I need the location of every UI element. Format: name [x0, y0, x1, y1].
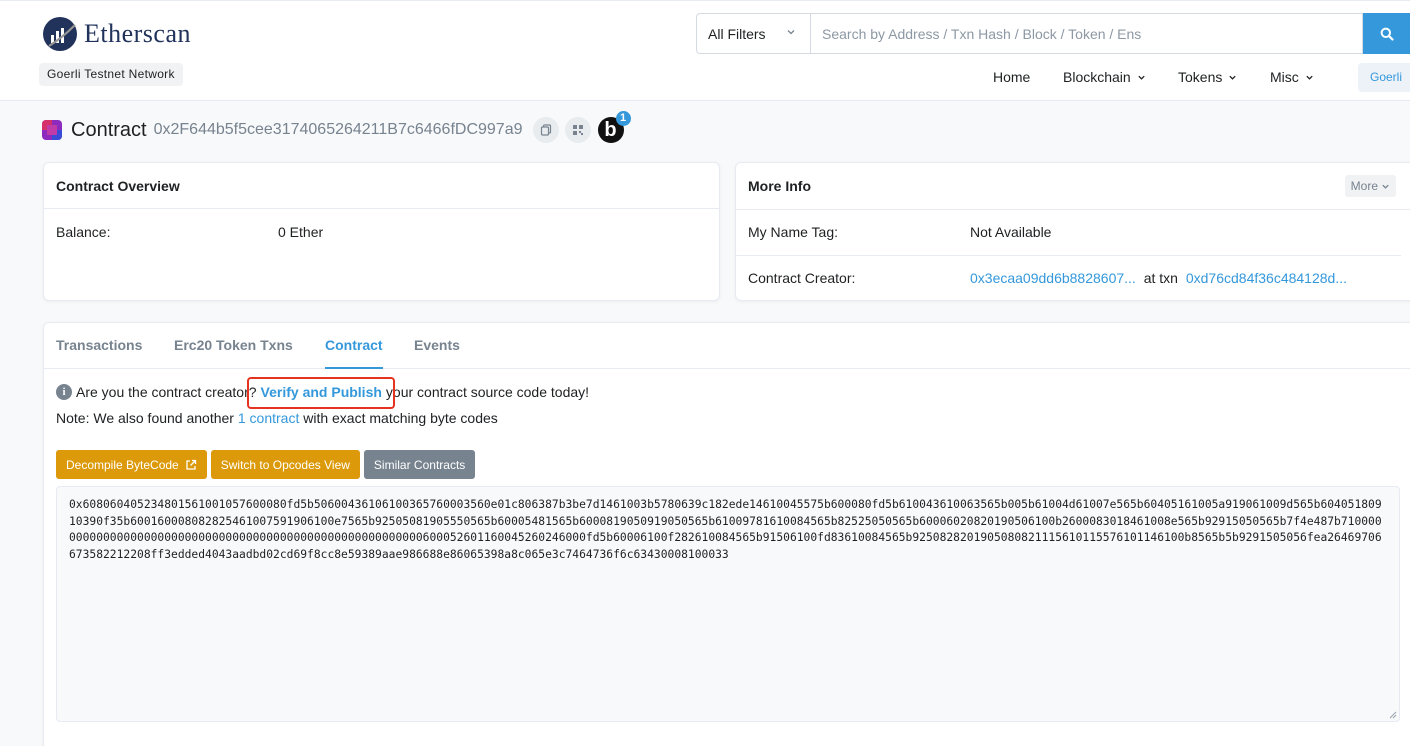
etherscan-logo-icon [43, 17, 77, 51]
nav-home-label: Home [993, 69, 1031, 85]
search-button[interactable] [1363, 13, 1410, 54]
search-filter-label: All Filters [708, 25, 766, 42]
nav-misc-label: Misc [1270, 69, 1299, 85]
contract-overview-heading: Contract Overview [44, 163, 719, 209]
chevron-down-icon [1306, 75, 1313, 80]
notice-prefix: Are you the contract creator? [76, 384, 257, 400]
nav-tokens-label: Tokens [1178, 69, 1223, 85]
main-nav: Home Blockchain Tokens Misc [0, 62, 1410, 92]
at-txn-label: at txn [1143, 270, 1178, 286]
decompile-bytecode-button[interactable]: Decompile ByteCode [56, 450, 207, 479]
contract-tabs-card: Transactions Erc20 Token Txns Contract E… [43, 322, 1410, 746]
blockscan-chat-icon[interactable]: b 1 [597, 111, 631, 143]
similar-contracts-button[interactable]: Similar Contracts [363, 450, 476, 479]
search-filter-select[interactable]: All Filters [696, 13, 810, 54]
page-title: Contract [71, 118, 147, 141]
matching-bytecode-note: Note: We also found another 1 contract w… [56, 410, 498, 426]
creator-txn-link[interactable]: 0xd76cd84f36c484128d... [1186, 270, 1347, 286]
tab-contract[interactable]: Contract [325, 323, 383, 369]
bytecode-actions: Decompile ByteCode Switch to Opcodes Vie… [56, 450, 479, 479]
more-info-header: More Info More [736, 163, 1410, 210]
bytecode-textarea[interactable]: 0x608060405234801561001057600080fd5b5060… [56, 486, 1400, 722]
name-tag-value: Not Available [970, 224, 1052, 240]
search-bar: All Filters [696, 13, 1410, 54]
contract-creator-label: Contract Creator: [748, 270, 856, 286]
chevron-down-icon [1138, 75, 1145, 80]
nav-blockchain-label: Blockchain [1063, 69, 1131, 85]
copy-address-button[interactable] [532, 117, 559, 143]
chevron-down-icon [787, 30, 795, 35]
brand-name: Etherscan [84, 19, 192, 48]
note-suffix: with exact matching byte codes [303, 410, 498, 426]
row-divider [736, 255, 1401, 256]
nav-blockchain[interactable]: Blockchain [1063, 62, 1146, 92]
resize-grip-icon[interactable] [1387, 709, 1397, 719]
tab-bar: Transactions Erc20 Token Txns Contract E… [44, 323, 1410, 369]
search-icon [1380, 27, 1394, 41]
external-link-icon [186, 459, 196, 470]
chevron-down-icon [1229, 75, 1237, 80]
tab-transactions[interactable]: Transactions [56, 323, 142, 369]
notice-suffix: your contract source code today! [385, 384, 590, 400]
decompile-label: Decompile ByteCode [66, 457, 179, 472]
contract-avatar [42, 120, 62, 140]
more-info-heading: More Info [748, 178, 811, 194]
contract-title-row: Contract 0x2F644b5f5cee3174065264211B7c6… [42, 111, 631, 145]
verify-highlight-box [247, 377, 395, 409]
creator-address-link[interactable]: 0x3ecaa09dd6b8828607... [970, 270, 1136, 286]
more-button-label: More [1350, 179, 1378, 193]
network-switch-button[interactable]: Goerli [1358, 63, 1410, 92]
balance-label: Balance: [56, 224, 111, 240]
nav-tokens[interactable]: Tokens [1178, 62, 1237, 92]
more-dropdown-button[interactable]: More [1344, 175, 1396, 197]
nav-misc[interactable]: Misc [1270, 62, 1314, 92]
etherscan-logo[interactable]: Etherscan [42, 16, 191, 52]
qr-code-icon [572, 125, 583, 135]
tab-events[interactable]: Events [414, 323, 460, 369]
blockscan-badge: 1 [615, 111, 631, 126]
copy-icon [540, 124, 551, 136]
bytecode-text: 0x608060405234801561001057600080fd5b5060… [69, 498, 1382, 561]
opcodes-label: Switch to Opcodes View [220, 457, 350, 472]
chevron-down-icon [1382, 184, 1389, 189]
switch-to-opcodes-button[interactable]: Switch to Opcodes View [210, 450, 360, 479]
header-top-border [0, 0, 1410, 4]
tab-erc20-token-txns[interactable]: Erc20 Token Txns [174, 323, 293, 369]
name-tag-label: My Name Tag: [748, 224, 838, 240]
note-prefix: Note: We also found another [56, 410, 234, 426]
search-input[interactable] [810, 13, 1363, 54]
contract-address: 0x2F644b5f5cee3174065264211B7c6466fDC997… [153, 121, 523, 138]
contract-overview-card: Contract Overview Balance: 0 Ether [43, 162, 720, 301]
matching-contract-link[interactable]: 1 contract [238, 410, 299, 426]
info-icon: i [56, 384, 72, 400]
more-info-card: More Info More My Name Tag: Not Availabl… [735, 162, 1410, 301]
nav-home[interactable]: Home [993, 62, 1030, 92]
qr-code-button[interactable] [564, 117, 591, 143]
balance-value: 0 Ether [278, 224, 324, 240]
similar-label: Similar Contracts [373, 457, 466, 472]
site-header: Etherscan Goerli Testnet Network All Fil… [0, 0, 1410, 101]
contract-creator-value: 0x3ecaa09dd6b8828607... at txn 0xd76cd84… [970, 270, 1347, 286]
